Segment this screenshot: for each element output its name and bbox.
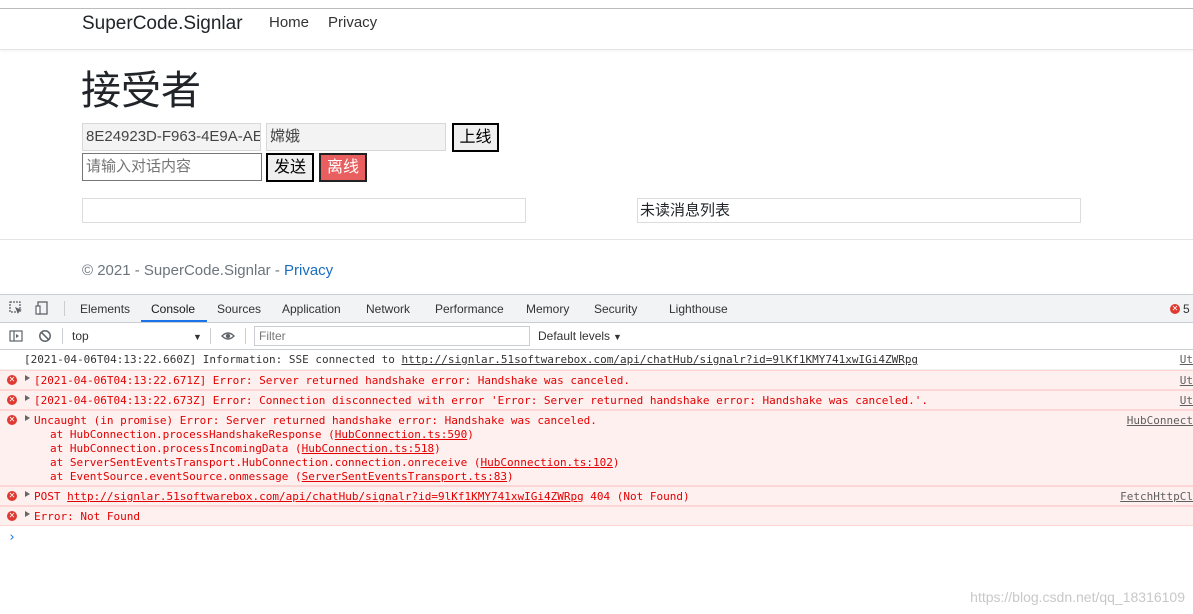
- error-icon: ✕: [7, 511, 17, 521]
- footer-text: © 2021 - SuperCode.Signlar -: [82, 262, 284, 279]
- brand-link[interactable]: SuperCode.Signlar: [82, 12, 243, 36]
- console-error-stack: ✕ Uncaught (in promise) Error: Server re…: [0, 410, 1193, 486]
- message-source-link[interactable]: HubConnect: [1127, 414, 1193, 428]
- live-expression-eye-icon[interactable]: [221, 329, 235, 343]
- active-tab-indicator: [141, 320, 207, 322]
- error-icon: ✕: [7, 491, 17, 501]
- levels-dropdown-icon[interactable]: ▼: [613, 330, 622, 344]
- devtools-tabbar: Elements Console Sources Application Net…: [0, 295, 1193, 323]
- message-source-link[interactable]: Ut: [1180, 374, 1193, 388]
- error-icon: ✕: [7, 375, 17, 385]
- nav-home-link[interactable]: Home: [269, 13, 309, 33]
- footer: © 2021 - SuperCode.Signlar - Privacy: [82, 261, 333, 281]
- offline-button[interactable]: 离线: [319, 153, 367, 182]
- inspect-element-icon[interactable]: [9, 301, 23, 315]
- stack-link[interactable]: HubConnection.ts:102: [480, 456, 612, 469]
- message-list: [82, 198, 526, 223]
- log-levels-dropdown[interactable]: Default levels: [538, 329, 610, 343]
- toolbar-separator-2: [210, 328, 211, 344]
- message-link[interactable]: http://signlar.51softwarebox.com/api/cha…: [402, 353, 919, 366]
- expand-triangle-icon[interactable]: [25, 511, 30, 517]
- message-text: [2021-04-06T04:13:22.671Z] Error: Server…: [34, 374, 631, 387]
- console-error: ✕ [2021-04-06T04:13:22.671Z] Error: Serv…: [0, 370, 1193, 390]
- console-error: ✕ Error: Not Found: [0, 506, 1193, 526]
- error-icon: ✕: [7, 395, 17, 405]
- console-toolbar: top ▼ Filter Default levels ▼: [0, 323, 1193, 350]
- tab-security[interactable]: Security: [594, 301, 637, 317]
- error-icon: ✕: [7, 415, 17, 425]
- tab-sources[interactable]: Sources: [217, 301, 261, 317]
- user-id-input[interactable]: 8E24923D-F963-4E9A-AE: [82, 123, 261, 151]
- devtools-panel: Elements Console Sources Application Net…: [0, 294, 1193, 614]
- unread-list-label: 未读消息列表: [640, 202, 731, 219]
- expand-triangle-icon[interactable]: [25, 491, 30, 497]
- console-message: [2021-04-06T04:13:22.660Z] Information: …: [0, 350, 1193, 370]
- console-prompt-icon[interactable]: ›: [8, 530, 16, 545]
- error-count-icon[interactable]: ✕: [1170, 304, 1180, 314]
- tab-lighthouse[interactable]: Lighthouse: [669, 301, 728, 317]
- footer-privacy-link[interactable]: Privacy: [284, 262, 333, 279]
- stack-line: at HubConnection.processHandshakeRespons…: [50, 428, 474, 441]
- message-source-link[interactable]: Ut: [1180, 353, 1193, 367]
- expand-triangle-icon[interactable]: [25, 375, 30, 381]
- tab-elements[interactable]: Elements: [80, 301, 130, 317]
- stack-line: at ServerSentEventsTransport.HubConnecti…: [50, 456, 620, 469]
- message-text: Error: Not Found: [34, 510, 140, 523]
- device-toolbar-icon[interactable]: [35, 301, 49, 315]
- nav-privacy-link[interactable]: Privacy: [328, 13, 377, 33]
- user-name-input[interactable]: 嫦娥: [266, 123, 446, 151]
- message-text: [2021-04-06T04:13:22.673Z] Error: Connec…: [34, 394, 929, 407]
- stack-line: at HubConnection.processIncomingData (Hu…: [50, 442, 441, 455]
- tab-network[interactable]: Network: [366, 301, 410, 317]
- console-output: [2021-04-06T04:13:22.660Z] Information: …: [0, 350, 1193, 614]
- console-filter-input[interactable]: Filter: [254, 326, 530, 346]
- error-count[interactable]: 5: [1183, 301, 1190, 317]
- message-source-link[interactable]: FetchHttpCl: [1120, 490, 1193, 504]
- watermark: https://blog.csdn.net/qq_18316109: [970, 589, 1185, 605]
- page-title: 接受者: [81, 68, 201, 114]
- message-source-link[interactable]: Ut: [1180, 394, 1193, 408]
- stack-link[interactable]: HubConnection.ts:518: [302, 442, 434, 455]
- toolbar-separator: [62, 328, 63, 344]
- tab-performance[interactable]: Performance: [435, 301, 504, 317]
- tab-console[interactable]: Console: [151, 301, 195, 317]
- tab-application[interactable]: Application: [282, 301, 341, 317]
- unread-list: 未读消息列表: [637, 198, 1081, 223]
- toolbar-separator-3: [245, 328, 246, 344]
- message-link[interactable]: http://signlar.51softwarebox.com/api/cha…: [67, 490, 584, 503]
- message-text: Uncaught (in promise) Error: Server retu…: [34, 414, 597, 427]
- online-button[interactable]: 上线: [452, 123, 499, 152]
- stack-line: at EventSource.eventSource.onmessage (Se…: [50, 470, 514, 483]
- expand-triangle-icon[interactable]: [25, 415, 30, 421]
- send-button[interactable]: 发送: [266, 153, 314, 182]
- context-selector[interactable]: top: [72, 329, 89, 343]
- context-dropdown-icon[interactable]: ▼: [193, 330, 202, 344]
- console-error: ✕ [2021-04-06T04:13:22.673Z] Error: Conn…: [0, 390, 1193, 410]
- navbar: SuperCode.Signlar Home Privacy: [0, 9, 1193, 50]
- message-text: [2021-04-06T04:13:22.660Z] Information: …: [24, 353, 402, 366]
- message-input[interactable]: 请输入对话内容: [82, 153, 262, 181]
- clear-console-icon[interactable]: [38, 329, 52, 343]
- message-text: POST: [34, 490, 68, 503]
- message-status: 404 (Not Found): [583, 490, 690, 503]
- tab-separator: [64, 301, 65, 316]
- console-error: ✕ POST http://signlar.51softwarebox.com/…: [0, 486, 1193, 506]
- footer-divider: [0, 239, 1193, 240]
- tab-memory[interactable]: Memory: [526, 301, 569, 317]
- stack-link[interactable]: ServerSentEventsTransport.ts:83: [302, 470, 507, 483]
- stack-link[interactable]: HubConnection.ts:590: [335, 428, 467, 441]
- expand-triangle-icon[interactable]: [25, 395, 30, 401]
- sidebar-toggle-icon[interactable]: [9, 329, 23, 343]
